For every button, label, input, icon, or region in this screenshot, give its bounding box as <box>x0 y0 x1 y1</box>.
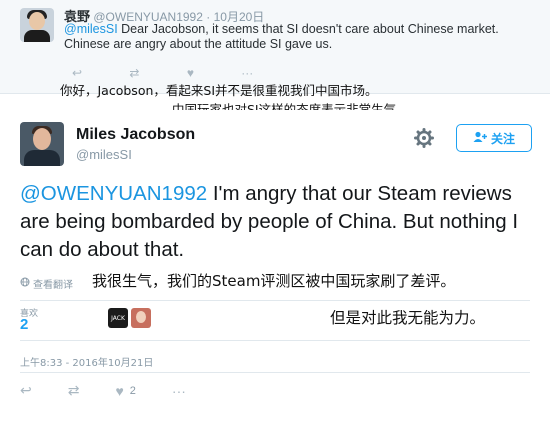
retweet-button[interactable]: ⇄ <box>68 382 80 399</box>
reply-tweet[interactable]: 袁野 @OWENYUAN1992 · 10月20日 @milesSI Dear … <box>0 0 550 94</box>
retweet-icon: ⇄ <box>67 382 80 398</box>
globe-icon <box>20 277 30 290</box>
translation-annotation: 我很生气，我们的Steam评测区被中国玩家刷了差评。 <box>92 272 456 290</box>
like-count: 2 <box>129 384 136 397</box>
divider <box>20 300 530 301</box>
avatar[interactable] <box>20 122 64 166</box>
tweet-text: @OWENYUAN1992 I'm angry that our Steam r… <box>20 180 520 264</box>
more-button[interactable]: ··· <box>172 383 186 399</box>
main-tweet: Miles Jacobson @milesSI 关注 @OWENYUAN1992 <box>0 110 550 440</box>
divider <box>20 340 530 341</box>
avatar[interactable] <box>20 8 54 42</box>
liker-avatar[interactable] <box>131 308 151 328</box>
mention-link[interactable]: @milesSI <box>64 22 118 36</box>
user-handle[interactable]: @milesSI <box>76 147 132 162</box>
tweet-text-line1: Dear Jacobson, it seems that SI doesn't … <box>117 22 499 36</box>
like-button[interactable]: ♥ 2 <box>115 383 135 399</box>
reply-icon: ↩ <box>20 382 32 398</box>
divider <box>20 372 530 373</box>
likes-count[interactable]: 2 <box>20 316 28 333</box>
more-icon: ··· <box>171 382 186 399</box>
user-name[interactable]: Miles Jacobson <box>76 126 195 144</box>
tweet-actions: ↩ ⇄ ♥ ··· <box>72 66 297 80</box>
more-icon[interactable]: ··· <box>241 66 253 80</box>
like-icon: ♥ <box>115 382 124 399</box>
like-icon[interactable]: ♥ <box>187 66 194 80</box>
reply-button[interactable]: ↩ <box>20 382 32 399</box>
follow-label: 关注 <box>490 131 515 146</box>
reply-icon[interactable]: ↩ <box>72 66 82 80</box>
translation-annotation: 你好，Jacobson，看起来SI并不是很重视我们中国市场。 <box>60 83 378 98</box>
gear-icon[interactable] <box>414 128 434 148</box>
tweet-actions: ↩ ⇄ ♥ 2 ··· <box>20 382 222 399</box>
liker-avatar[interactable]: JACK <box>108 308 128 328</box>
translation-annotation: 但是对此我无能为力。 <box>330 309 486 327</box>
retweet-icon[interactable]: ⇄ <box>129 66 139 80</box>
follow-user-icon <box>473 131 487 146</box>
translate-link[interactable]: 查看翻译 <box>20 276 73 291</box>
translate-label: 查看翻译 <box>33 280 73 291</box>
tweet-text: @milesSI Dear Jacobson, it seems that SI… <box>64 22 544 52</box>
follow-button[interactable]: 关注 <box>456 124 532 152</box>
mention-link[interactable]: @OWENYUAN1992 <box>20 182 207 205</box>
liker-avatar-text: JACK <box>111 314 125 322</box>
tweet-text-line2: Chinese are angry about the attitude SI … <box>64 37 333 51</box>
tweet-timestamp[interactable]: 上午8:33 - 2016年10月21日 <box>20 354 153 369</box>
